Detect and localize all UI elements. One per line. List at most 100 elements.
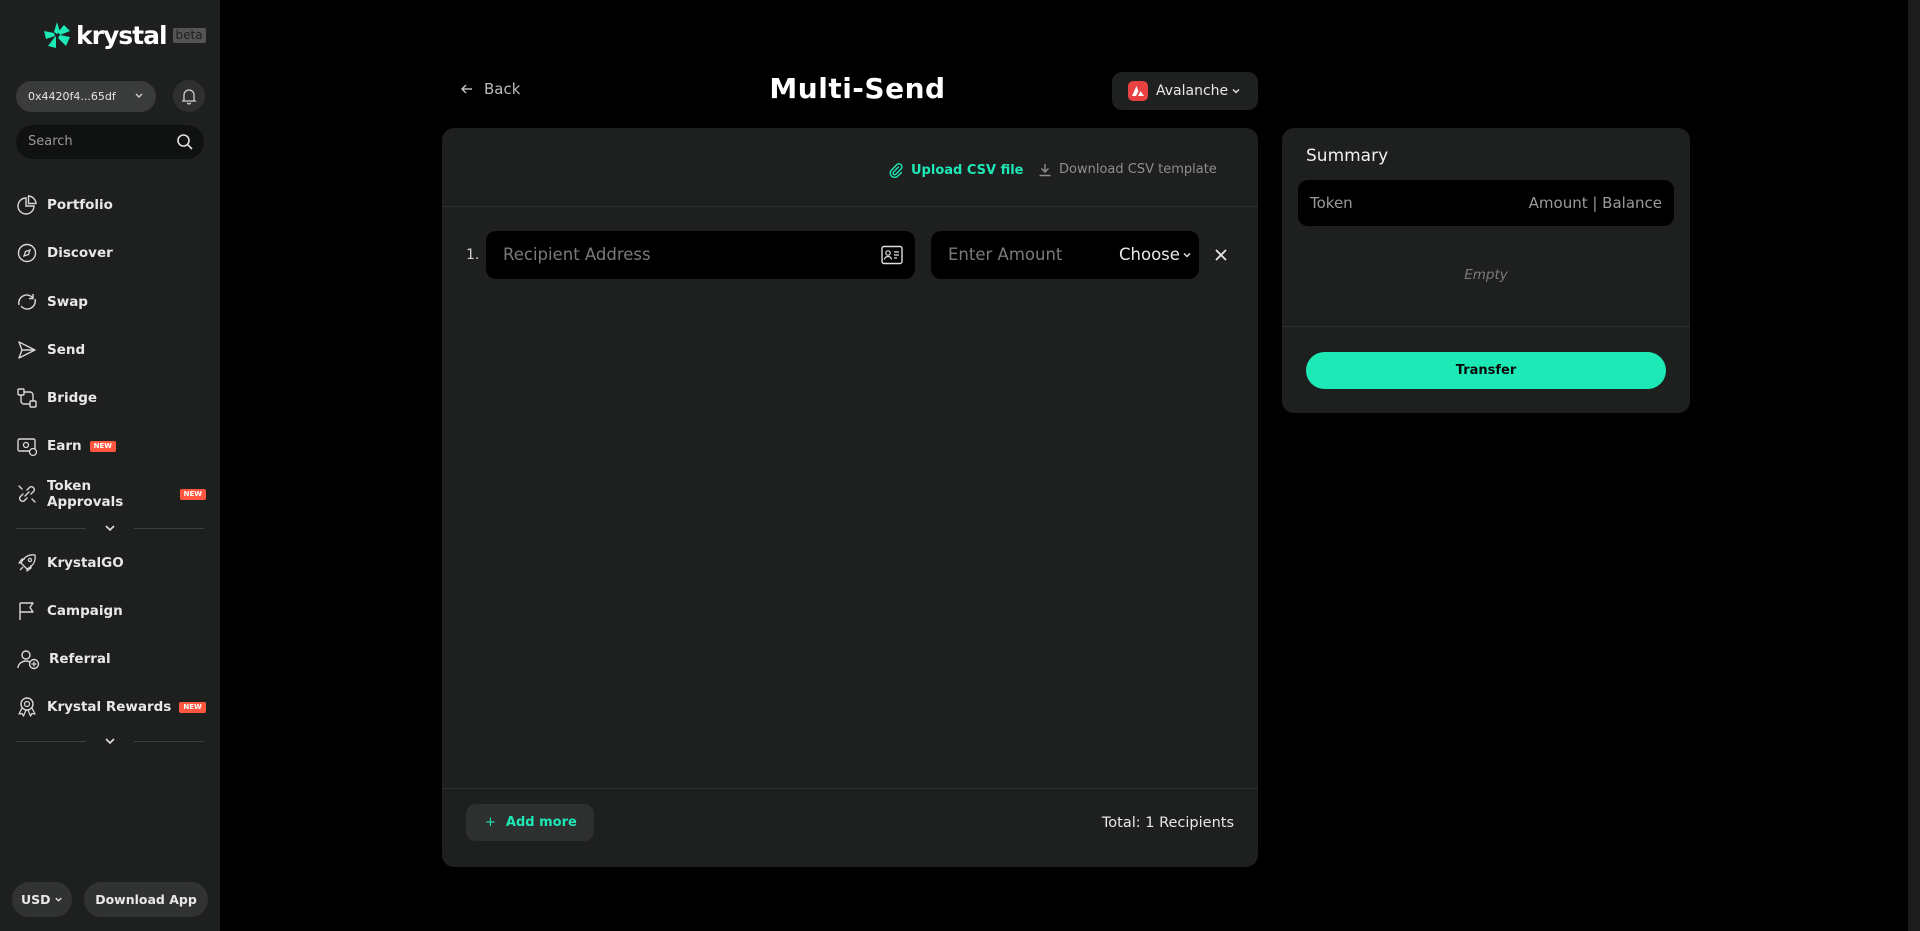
- upload-csv-button[interactable]: Upload CSV file: [888, 162, 1024, 178]
- download-app-label: Download App: [95, 892, 197, 907]
- new-badge: NEW: [179, 488, 206, 500]
- plus-icon: +: [485, 815, 496, 830]
- sidebar-item-send[interactable]: Send: [16, 338, 206, 362]
- krystal-logo[interactable]: krystal beta: [42, 20, 206, 50]
- avalanche-icon: [1128, 81, 1148, 101]
- sidebar-item-label: Bridge: [47, 390, 98, 406]
- chevron-down-icon: [54, 897, 62, 902]
- sidebar-item-label: Send: [47, 342, 86, 358]
- brand-name: krystal: [76, 20, 168, 50]
- flag-icon: [19, 602, 34, 620]
- download-app-button[interactable]: Download App: [84, 882, 208, 917]
- page-scrollbar[interactable]: [1908, 0, 1920, 931]
- back-label: Back: [484, 80, 521, 98]
- sidebar-item-token-approvals[interactable]: Token Approvals NEW: [16, 478, 206, 510]
- divider: [442, 788, 1258, 789]
- bell-icon: [181, 89, 197, 105]
- page-title: Multi-Send: [769, 72, 946, 105]
- sidebar-item-label: Portfolio: [47, 197, 113, 213]
- chevron-down-icon: [1232, 88, 1240, 94]
- sidebar-item-bridge[interactable]: Bridge: [16, 386, 206, 410]
- download-csv-template-button[interactable]: Download CSV template: [1038, 162, 1217, 177]
- notifications-button[interactable]: [173, 80, 205, 112]
- summary-card: Summary Token Amount | Balance Empty Tra…: [1282, 128, 1690, 413]
- total-recipients: Total: 1 Recipients: [1101, 815, 1234, 831]
- beta-tag: beta: [172, 27, 206, 43]
- sidebar-item-label: Campaign: [47, 603, 123, 619]
- sidebar-item-swap[interactable]: Swap: [16, 290, 206, 314]
- sidebar-item-label: Earn: [47, 438, 82, 454]
- referral-icon: [17, 650, 40, 670]
- sidebar-item-label: Token Approvals: [47, 478, 124, 510]
- rocket-icon: [18, 554, 36, 572]
- search-input[interactable]: Search: [16, 125, 204, 159]
- sidebar-item-krystalgo[interactable]: KrystalGO: [16, 551, 206, 575]
- sidebar-item-label: Swap: [47, 294, 88, 310]
- rewards-icon: [18, 697, 36, 717]
- sidebar-item-label: Krystal Rewards: [47, 699, 172, 715]
- krystal-logo-icon: [44, 22, 70, 48]
- amount-placeholder: Enter Amount: [948, 245, 1063, 264]
- add-more-label: Add more: [505, 815, 577, 830]
- bridge-icon: [17, 388, 37, 408]
- currency-label: USD: [21, 892, 51, 907]
- search-icon: [177, 134, 193, 150]
- sidebar-item-campaign[interactable]: Campaign: [16, 599, 206, 623]
- column-header-token: Token: [1310, 194, 1353, 212]
- search-placeholder: Search: [28, 134, 73, 149]
- summary-empty-state: Empty: [1464, 267, 1508, 283]
- sidebar-item-label: KrystalGO: [47, 555, 124, 571]
- currency-selector[interactable]: USD: [12, 882, 72, 917]
- download-csv-template-label: Download CSV template: [1059, 162, 1217, 177]
- recipient-address-input[interactable]: Recipient Address: [486, 231, 915, 279]
- sidebar-item-referral[interactable]: Referral: [16, 647, 206, 671]
- sidebar-item-label: Referral: [49, 651, 111, 667]
- multisend-card: Upload CSV file Download CSV template 1.…: [442, 128, 1258, 867]
- divider-line: [134, 528, 204, 529]
- token-selector-label: Choose: [1119, 245, 1180, 264]
- summary-title: Summary: [1306, 146, 1389, 166]
- upload-csv-label: Upload CSV file: [911, 162, 1024, 178]
- portfolio-icon: [17, 195, 37, 215]
- recipient-address-placeholder: Recipient Address: [503, 245, 651, 264]
- chevron-down-icon: [105, 738, 115, 745]
- expand-more-toggle[interactable]: [16, 522, 204, 534]
- transfer-button[interactable]: Transfer: [1306, 352, 1666, 389]
- summary-table-header: Token Amount | Balance: [1298, 180, 1674, 226]
- add-more-button[interactable]: + Add more: [466, 804, 594, 841]
- new-badge: NEW: [89, 440, 116, 452]
- close-icon[interactable]: [1213, 247, 1229, 263]
- row-index: 1.: [466, 247, 480, 263]
- column-header-amount-balance: Amount | Balance: [1528, 194, 1662, 212]
- sidebar-item-discover[interactable]: Discover: [16, 241, 206, 265]
- token-selector[interactable]: Choose: [1119, 245, 1192, 264]
- new-badge: NEW: [179, 701, 206, 713]
- sidebar-item-label: Discover: [47, 245, 113, 261]
- sidebar-item-portfolio[interactable]: Portfolio: [16, 193, 206, 217]
- download-icon: [1039, 163, 1051, 176]
- sidebar-item-krystal-rewards[interactable]: Krystal Rewards NEW: [16, 695, 206, 719]
- divider-line: [16, 528, 86, 529]
- sidebar: krystal beta 0x4420f4...65df Search Port…: [0, 0, 220, 931]
- back-button[interactable]: Back: [460, 80, 520, 98]
- chevron-down-icon: [135, 93, 143, 98]
- expand-more-toggle[interactable]: [16, 735, 204, 747]
- divider: [1282, 326, 1690, 327]
- swap-icon: [18, 294, 36, 310]
- wallet-address: 0x4420f4...65df: [28, 90, 116, 103]
- transfer-label: Transfer: [1455, 363, 1517, 378]
- divider-line: [16, 741, 86, 742]
- discover-icon: [17, 243, 37, 263]
- amount-input[interactable]: Enter Amount Choose: [931, 231, 1199, 279]
- chevron-down-icon: [1183, 252, 1191, 258]
- send-icon: [18, 341, 36, 359]
- wallet-selector[interactable]: 0x4420f4...65df: [16, 81, 156, 112]
- earn-icon: [17, 438, 38, 457]
- address-book-icon[interactable]: [881, 245, 903, 265]
- token-approvals-icon: [18, 485, 36, 503]
- network-label: Avalanche: [1156, 83, 1229, 99]
- network-selector[interactable]: Avalanche: [1112, 72, 1258, 110]
- divider-line: [134, 741, 204, 742]
- sidebar-item-earn[interactable]: Earn NEW: [16, 434, 206, 458]
- chevron-down-icon: [105, 525, 115, 532]
